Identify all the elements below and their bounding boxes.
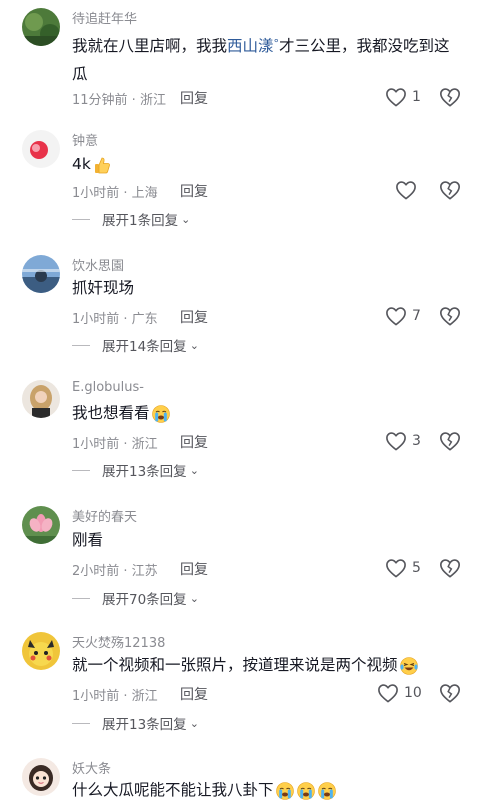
divider xyxy=(72,722,90,724)
avatar[interactable] xyxy=(22,380,60,418)
reply-button[interactable]: 回复 xyxy=(180,559,208,579)
reply-button[interactable]: 回复 xyxy=(180,181,208,201)
chevron-down-icon: ⌄ xyxy=(189,338,199,352)
like-count: 7 xyxy=(412,308,421,324)
broken-heart-icon[interactable] xyxy=(439,179,461,201)
like-button[interactable]: 1 xyxy=(385,87,426,107)
chevron-down-icon: ⌄ xyxy=(189,591,199,605)
reply-button[interactable]: 回复 xyxy=(180,432,208,452)
heart-outline-icon xyxy=(386,307,406,326)
broken-heart-icon[interactable] xyxy=(439,682,461,704)
username[interactable]: 妖大条 xyxy=(72,758,111,777)
comment-text-part: 我也想看看 xyxy=(72,404,150,422)
expand-replies-button[interactable]: 展开70条回复 ⌄ xyxy=(72,588,199,608)
comment-text: 4k xyxy=(72,150,462,178)
like-button[interactable]: 5 xyxy=(385,558,426,578)
avatar[interactable] xyxy=(22,130,60,168)
username[interactable]: E.globulus- xyxy=(72,380,144,395)
location-link[interactable]: 西山漾 xyxy=(227,37,274,55)
comment-text: 抓奸现场 xyxy=(72,279,135,297)
broken-heart-icon[interactable] xyxy=(439,430,461,452)
divider xyxy=(72,218,90,220)
chevron-down-icon: ⌄ xyxy=(189,463,199,477)
chevron-down-icon: ⌄ xyxy=(181,212,191,226)
like-button[interactable] xyxy=(395,180,436,200)
time-location: 1小时前 · 浙江 xyxy=(72,437,158,452)
like-count: 10 xyxy=(404,685,422,701)
username[interactable]: 饮水思園 xyxy=(72,255,124,274)
avatar[interactable] xyxy=(22,8,60,46)
avatar[interactable] xyxy=(22,758,60,796)
avatar[interactable] xyxy=(22,632,60,670)
heart-outline-icon xyxy=(378,684,398,703)
expand-replies-label: 展开70条回复 xyxy=(102,592,187,608)
comment-text: 什么大瓜呢能不能让我八卦下 xyxy=(72,776,462,800)
broken-heart-icon[interactable] xyxy=(439,305,461,327)
comment-text: 就一个视频和一张照片，按道理来说是两个视频 xyxy=(72,651,462,679)
expand-replies-button[interactable]: 展开13条回复 ⌄ xyxy=(72,713,199,733)
crying-face-emoji xyxy=(296,781,316,800)
username[interactable]: 钟意 xyxy=(72,130,98,149)
time-location: 1小时前 · 广东 xyxy=(72,312,158,327)
broken-heart-icon[interactable] xyxy=(439,86,461,108)
time-location: 1小时前 · 上海 xyxy=(72,186,158,201)
comment-text-part: 什么大瓜呢能不能让我八卦下 xyxy=(72,781,274,799)
avatar[interactable] xyxy=(22,506,60,544)
time-location: 11分钟前 · 浙江 xyxy=(72,93,166,108)
like-button[interactable]: 3 xyxy=(385,431,426,451)
expand-replies-label: 展开14条回复 xyxy=(102,339,187,355)
like-button[interactable]: 7 xyxy=(385,306,426,326)
heart-outline-icon xyxy=(386,432,406,451)
laughing-crying-emoji xyxy=(399,656,419,676)
username[interactable]: 待追赶年华 xyxy=(72,8,137,27)
divider xyxy=(72,597,90,599)
time-location: 1小时前 · 浙江 xyxy=(72,689,158,704)
like-count: 5 xyxy=(412,560,421,576)
divider xyxy=(72,469,90,471)
reply-button[interactable]: 回复 xyxy=(180,88,208,108)
heart-outline-icon xyxy=(396,181,416,200)
expand-replies-button[interactable]: 展开13条回复 ⌄ xyxy=(72,460,199,480)
username[interactable]: 天火焚殇12138 xyxy=(72,632,165,651)
avatar[interactable] xyxy=(22,255,60,293)
broken-heart-icon[interactable] xyxy=(439,557,461,579)
expand-replies-button[interactable]: 展开1条回复 ⌄ xyxy=(72,209,190,229)
expand-replies-label: 展开13条回复 xyxy=(102,464,187,480)
divider xyxy=(72,344,90,346)
chevron-down-icon: ⌄ xyxy=(189,716,199,730)
comment-text: 我也想看看 xyxy=(72,399,462,427)
heart-outline-icon xyxy=(386,559,406,578)
reply-button[interactable]: 回复 xyxy=(180,684,208,704)
like-count: 3 xyxy=(412,433,421,449)
crying-face-emoji xyxy=(151,404,171,424)
thumbs-up-emoji xyxy=(92,155,112,175)
reply-button[interactable]: 回复 xyxy=(180,307,208,327)
comment-text: 刚看 xyxy=(72,531,104,549)
expand-replies-label: 展开1条回复 xyxy=(102,213,179,229)
comment-text-part: 4k xyxy=(72,155,91,173)
crying-face-emoji xyxy=(275,781,295,800)
crying-face-emoji xyxy=(317,781,337,800)
heart-outline-icon xyxy=(386,88,406,107)
comment-text-part: 就一个视频和一张照片，按道理来说是两个视频 xyxy=(72,656,398,674)
username[interactable]: 美好的春天 xyxy=(72,506,137,525)
time-location: 2小时前 · 江苏 xyxy=(72,564,158,579)
expand-replies-label: 展开13条回复 xyxy=(102,717,187,733)
comment-text: 我就在八里店啊，我我西山漾°才三公里，我都没吃到这瓜 xyxy=(72,32,462,88)
like-button[interactable]: 10 xyxy=(377,683,422,703)
expand-replies-button[interactable]: 展开14条回复 ⌄ xyxy=(72,335,199,355)
location-pin-icon: ° xyxy=(273,37,280,50)
comment-text-part: 我就在八里店啊，我我 xyxy=(72,37,228,55)
like-count: 1 xyxy=(412,89,421,105)
